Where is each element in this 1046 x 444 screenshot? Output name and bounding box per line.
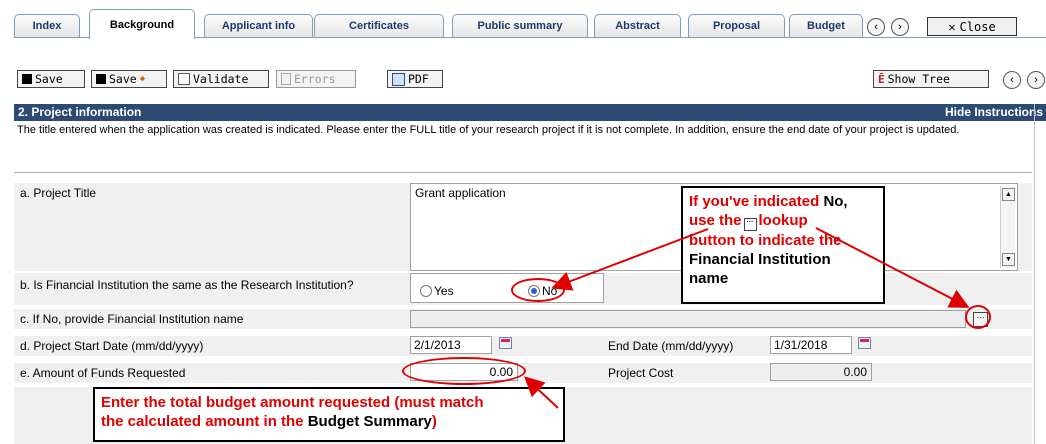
arrow-to-funds-field [524, 376, 559, 409]
annotation-arrows [524, 227, 970, 409]
arrow-to-no-radio [551, 228, 709, 291]
tab-background[interactable]: Background [89, 9, 195, 39]
arrow-to-lookup-button [815, 227, 970, 308]
